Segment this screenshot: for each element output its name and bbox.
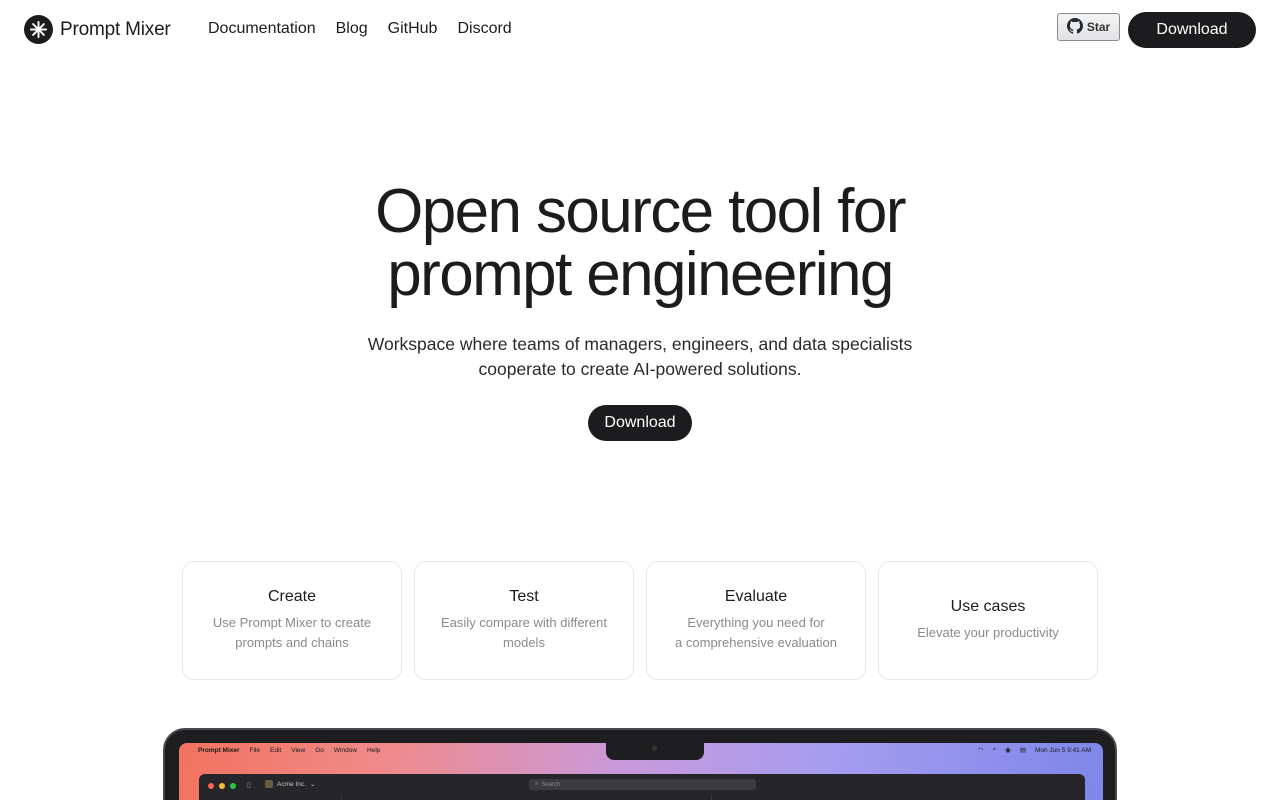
- main-nav: Documentation Blog GitHub Discord: [208, 20, 512, 38]
- card-description: Elevate your productivity: [917, 623, 1059, 643]
- menubar-edit: Edit: [270, 746, 282, 754]
- workspace-icon: [265, 780, 273, 788]
- feature-card-create[interactable]: Create Use Prompt Mixer to create prompt…: [182, 561, 402, 680]
- menubar-file: File: [249, 746, 261, 754]
- card-description: Use Prompt Mixer to create prompts and c…: [213, 613, 371, 653]
- camera-icon: [652, 746, 657, 751]
- menubar-datetime: Mon Jun 5 9:41 AM: [1034, 746, 1091, 754]
- laptop-preview: Prompt Mixer File Edit View Go Window He…: [163, 728, 1117, 800]
- workspace-name: Acme Inc.: [277, 780, 306, 788]
- card-title: Test: [509, 588, 539, 605]
- close-window-icon: [208, 783, 214, 789]
- menubar-help: Help: [367, 746, 381, 754]
- menubar-status: ◠ ⌕ ◉ ▤ Mon Jun 5 9:41 AM: [978, 743, 1091, 757]
- window-controls: [208, 783, 236, 789]
- brand-name: Prompt Mixer: [60, 18, 171, 40]
- card-desc-line-1: Use Prompt Mixer to create: [212, 615, 372, 630]
- asterisk-logo-icon: [24, 15, 53, 44]
- header-download-button[interactable]: Download: [1128, 12, 1256, 48]
- card-desc-line-2: prompts and chains: [235, 635, 349, 650]
- sidebar-toggle-icon: ▯: [247, 782, 251, 789]
- card-desc-line-2: models: [503, 635, 545, 650]
- menubar-view: View: [291, 746, 306, 754]
- maximize-window-icon: [230, 783, 236, 789]
- card-title: Evaluate: [724, 588, 788, 605]
- feature-card-use-cases[interactable]: Use cases Elevate your productivity: [878, 561, 1098, 680]
- site-header: Prompt Mixer Documentation Blog GitHub D…: [0, 0, 1280, 60]
- app-search-bar: ⌕ Search: [529, 779, 756, 790]
- app-window: ▯ Acme Inc. ⌄ ⌕ Search: [199, 774, 1085, 800]
- menubar-window: Window: [333, 746, 358, 754]
- nav-documentation-link[interactable]: Documentation: [208, 20, 316, 38]
- menubar-app-name: Prompt Mixer: [198, 746, 240, 754]
- feature-card-evaluate[interactable]: Evaluate Everything you need for a compr…: [646, 561, 866, 680]
- brand-logo-link[interactable]: Prompt Mixer: [24, 15, 171, 44]
- search-icon: ⌕: [992, 746, 997, 753]
- control-center-icon: ▤: [1019, 747, 1026, 754]
- user-icon: ◉: [1005, 747, 1011, 754]
- pane-divider: [341, 795, 342, 800]
- hero-title-line-2: prompt engineering: [387, 240, 894, 309]
- nav-github-link[interactable]: GitHub: [388, 20, 438, 38]
- hero-download-button[interactable]: Download: [588, 405, 692, 441]
- card-title: Use cases: [950, 598, 1026, 615]
- github-star-label: Star: [1086, 20, 1111, 34]
- feature-card-test[interactable]: Test Easily compare with different model…: [414, 561, 634, 680]
- search-icon: ⌕: [535, 781, 539, 787]
- hero-title-line-1: Open source tool for: [375, 177, 906, 246]
- laptop-screen: Prompt Mixer File Edit View Go Window He…: [179, 743, 1103, 800]
- hero-subtitle: Workspace where teams of managers, engin…: [0, 332, 1280, 382]
- search-placeholder: Search: [541, 781, 561, 788]
- chevron-down-icon: ⌄: [309, 781, 316, 788]
- wifi-icon: ◠: [977, 747, 984, 754]
- card-desc-line-1: Easily compare with different: [441, 615, 607, 630]
- minimize-window-icon: [219, 783, 225, 789]
- hero-subtitle-line-1: Workspace where teams of managers, engin…: [367, 334, 913, 354]
- pane-divider: [711, 795, 712, 800]
- card-description: Easily compare with different models: [441, 613, 607, 653]
- card-title: Create: [267, 588, 317, 605]
- card-desc-line-1: Everything you need for: [687, 615, 825, 630]
- github-star-button[interactable]: Star: [1057, 13, 1120, 41]
- hero-subtitle-line-2: cooperate to create AI-powered solutions…: [478, 359, 802, 379]
- card-description: Everything you need for a comprehensive …: [675, 613, 837, 653]
- hero-title: Open source tool for prompt engineering: [0, 180, 1280, 306]
- github-icon: [1066, 17, 1083, 37]
- card-desc-line-1: Elevate your productivity: [917, 625, 1059, 640]
- workspace-selector: Acme Inc. ⌄: [265, 780, 315, 788]
- menubar-go: Go: [315, 746, 324, 754]
- nav-blog-link[interactable]: Blog: [336, 20, 368, 38]
- camera-notch: [606, 743, 704, 760]
- card-desc-line-2: a comprehensive evaluation: [675, 635, 837, 650]
- feature-cards: Create Use Prompt Mixer to create prompt…: [182, 561, 1098, 680]
- nav-discord-link[interactable]: Discord: [457, 20, 511, 38]
